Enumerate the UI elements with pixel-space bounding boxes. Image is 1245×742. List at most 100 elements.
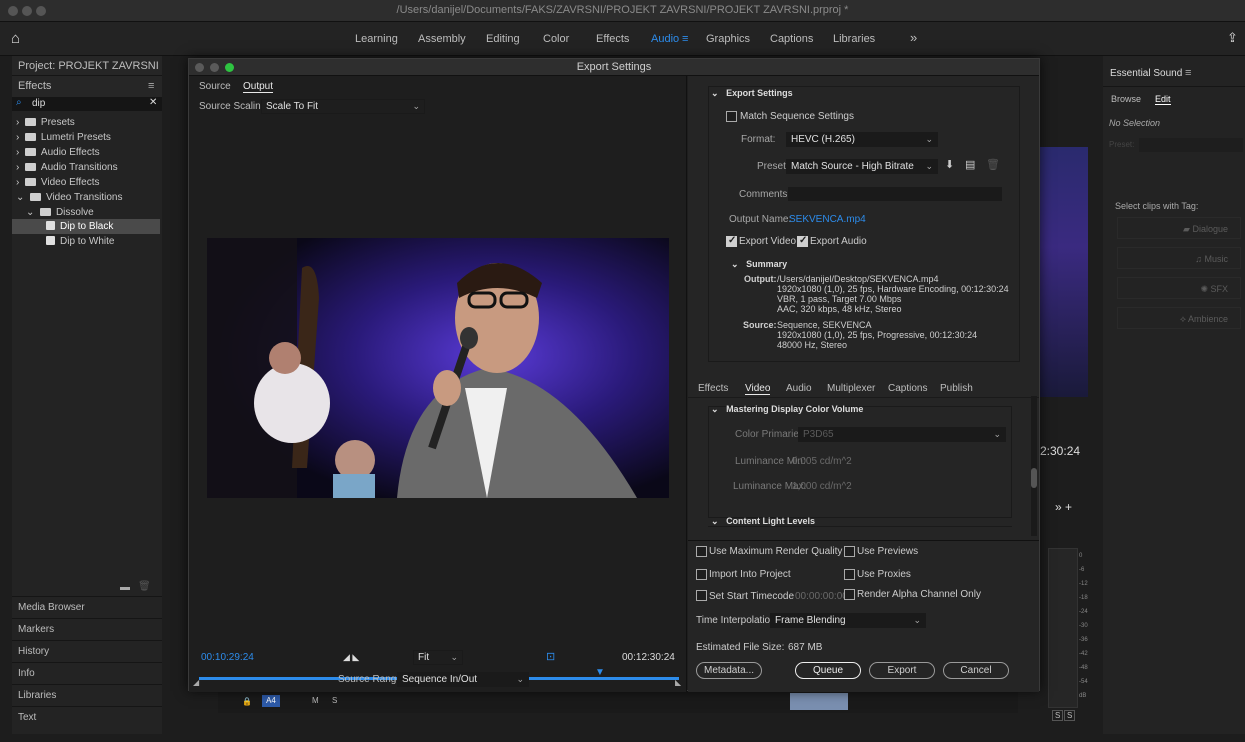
tab-publish[interactable]: Publish — [940, 383, 973, 394]
output-name-link[interactable]: SEKVENCA.mp4 — [789, 214, 866, 225]
preset-select[interactable]: Match Source - High Bitrate ⌄ — [786, 159, 938, 174]
more-workspaces-icon[interactable]: » — [910, 30, 917, 45]
search-input[interactable]: dip — [32, 98, 45, 109]
tree-item-audio-effects[interactable]: › Audio Effects — [16, 147, 100, 158]
export-settings-header[interactable]: ⌄ Export Settings — [711, 88, 793, 99]
use-proxies-checkbox[interactable] — [844, 569, 855, 580]
comments-input[interactable] — [788, 187, 1002, 201]
tab-libraries[interactable]: Libraries — [12, 684, 162, 706]
solo-right-button[interactable]: S — [1064, 710, 1076, 721]
more-controls-icon[interactable]: » + — [1055, 500, 1072, 514]
export-button[interactable]: Export — [869, 662, 935, 679]
match-sequence-checkbox[interactable] — [726, 111, 737, 122]
luminance-max-value[interactable]: 1,000 cd/m^2 — [792, 481, 852, 492]
tag-dialogue-button[interactable]: ▰ Dialogue — [1117, 217, 1241, 239]
tab-browse[interactable]: Browse — [1111, 94, 1141, 104]
tab-audio[interactable]: Audio — [786, 383, 812, 394]
workspace-captions[interactable]: Captions — [770, 33, 813, 45]
settings-scrollbar[interactable] — [1031, 396, 1037, 536]
save-preset-icon[interactable]: ⬇ — [945, 158, 954, 171]
luminance-min-value[interactable]: 0.005 cd/m^2 — [792, 456, 852, 467]
mark-in-icon[interactable]: ◢ ◣ — [343, 652, 359, 663]
solo-button[interactable]: S — [332, 696, 337, 705]
workspace-libraries[interactable]: Libraries — [833, 33, 875, 45]
color-primaries-select[interactable]: P3D65 ⌄ — [798, 427, 1006, 442]
queue-button[interactable]: Queue — [795, 662, 861, 679]
zoom-dialog-icon[interactable] — [225, 63, 234, 72]
max-render-quality-checkbox[interactable] — [696, 546, 707, 557]
tab-edit[interactable]: Edit — [1155, 94, 1171, 105]
tab-markers[interactable]: Markers — [12, 618, 162, 640]
minimize-dialog-icon[interactable] — [210, 63, 219, 72]
workspace-menu-icon[interactable]: ≡ — [682, 33, 688, 45]
settings-scrollbar-thumb[interactable] — [1031, 468, 1037, 488]
out-point-handle[interactable]: ◣ — [675, 678, 681, 687]
export-video-checkbox[interactable] — [726, 235, 737, 247]
tab-info[interactable]: Info — [12, 662, 162, 684]
delete-preset-icon[interactable]: 🗑 — [986, 158, 1000, 171]
time-interpolation-select[interactable]: Frame Blending ⌄ — [770, 613, 926, 628]
tab-multiplexer[interactable]: Multiplexer — [827, 383, 875, 394]
audio-clip[interactable] — [790, 693, 848, 710]
close-dialog-icon[interactable] — [195, 63, 204, 72]
tree-item-presets[interactable]: › Presets — [16, 117, 75, 128]
workspace-color[interactable]: Color — [543, 33, 569, 45]
workspace-editing[interactable]: Editing — [486, 33, 520, 45]
lock-icon[interactable]: 🔒 — [242, 697, 252, 706]
tree-item-dip-to-black[interactable]: Dip to Black — [46, 221, 113, 232]
track-label[interactable]: A4 — [262, 695, 280, 707]
import-into-project-checkbox[interactable] — [696, 569, 707, 580]
clear-search-icon[interactable]: ✕ — [149, 97, 157, 108]
essential-sound-title[interactable]: Essential Sound — [1110, 68, 1182, 79]
set-start-timecode-checkbox[interactable] — [696, 590, 707, 601]
solo-left-button[interactable]: S — [1052, 710, 1064, 721]
start-timecode-value[interactable]: 00:00:00:00 — [795, 591, 848, 602]
source-range-select[interactable]: Sequence In/Out ⌄ — [397, 672, 529, 687]
timecode-out[interactable]: 00:12:30:24 — [622, 652, 675, 663]
tag-ambience-button[interactable]: ⟡ Ambience — [1117, 307, 1241, 329]
mute-button[interactable]: M — [312, 696, 319, 705]
source-scaling-select[interactable]: Scale To Fit ⌄ — [261, 99, 425, 114]
workspace-learning[interactable]: Learning — [355, 33, 398, 45]
summary-header[interactable]: ⌄ Summary — [731, 259, 787, 270]
new-bin-icon[interactable]: ▬ — [120, 582, 130, 593]
tab-text[interactable]: Text — [12, 706, 162, 728]
mastering-header[interactable]: ⌄ Mastering Display Color Volume — [711, 404, 863, 415]
tree-item-dissolve[interactable]: ⌄ Dissolve — [26, 207, 94, 218]
tree-item-video-transitions[interactable]: ⌄ Video Transitions — [16, 192, 122, 203]
project-panel-title[interactable]: Project: PROJEKT ZAVRSNI — [12, 56, 162, 76]
effects-panel-title[interactable]: Effects — [12, 76, 162, 98]
share-icon[interactable]: ⇪ — [1227, 30, 1238, 46]
tag-music-button[interactable]: ♫ Music — [1117, 247, 1241, 269]
tab-captions[interactable]: Captions — [888, 383, 927, 394]
aspect-ratio-icon[interactable]: ⊡ — [546, 650, 555, 663]
metadata-button[interactable]: Metadata... — [696, 662, 762, 679]
panel-menu-icon[interactable]: ≡ — [1185, 67, 1191, 79]
cancel-button[interactable]: Cancel — [943, 662, 1009, 679]
tab-source[interactable]: Source — [199, 81, 231, 92]
tree-item-lumetri-presets[interactable]: › Lumetri Presets — [16, 132, 111, 143]
content-light-header[interactable]: ⌄ Content Light Levels — [711, 516, 815, 527]
workspace-effects[interactable]: Effects — [596, 33, 629, 45]
workspace-audio[interactable]: Audio — [651, 33, 679, 45]
tab-video[interactable]: Video — [745, 383, 771, 395]
home-icon[interactable]: ⌂ — [11, 30, 20, 47]
workspace-assembly[interactable]: Assembly — [418, 33, 466, 45]
tree-item-audio-transitions[interactable]: › Audio Transitions — [16, 162, 118, 173]
in-point-handle[interactable]: ◢ — [193, 678, 199, 687]
tree-item-video-effects[interactable]: › Video Effects — [16, 177, 99, 188]
timecode-in[interactable]: 00:10:29:24 — [201, 652, 254, 663]
zoom-fit-select[interactable]: Fit ⌄ — [413, 650, 463, 665]
format-select[interactable]: HEVC (H.265) ⌄ — [786, 132, 938, 147]
tab-media-browser[interactable]: Media Browser — [12, 596, 162, 618]
tab-history[interactable]: History — [12, 640, 162, 662]
tab-output[interactable]: Output — [243, 81, 274, 93]
workspace-graphics[interactable]: Graphics — [706, 33, 750, 45]
export-audio-checkbox[interactable] — [797, 235, 808, 247]
playhead-icon[interactable]: ▼ — [595, 667, 605, 678]
effects-search-field[interactable]: ⌕ dip ✕ — [12, 97, 162, 111]
panel-menu-icon[interactable]: ≡ — [148, 80, 154, 92]
tree-item-dip-to-white[interactable]: Dip to White — [46, 236, 114, 247]
preset-select[interactable] — [1139, 138, 1243, 152]
use-previews-checkbox[interactable] — [844, 546, 855, 557]
